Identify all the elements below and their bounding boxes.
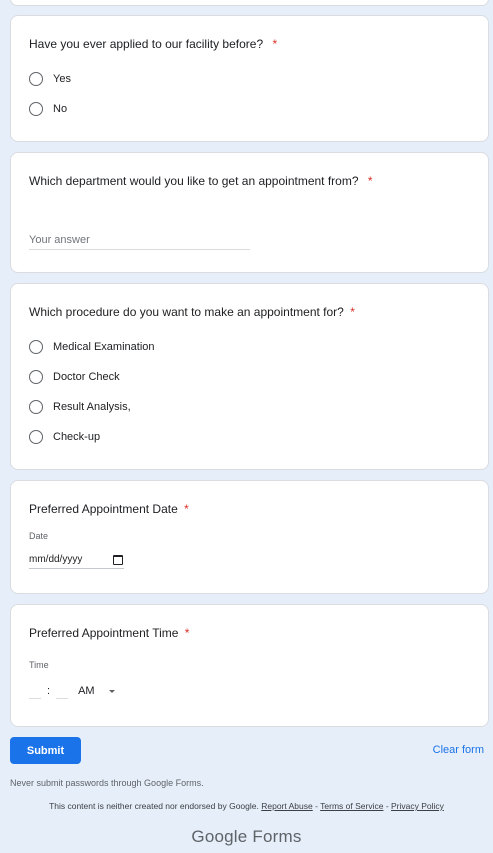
- logo-forms: Forms: [252, 827, 302, 846]
- required-asterisk: *: [184, 626, 190, 640]
- date-input[interactable]: mm/dd/yyyy: [29, 551, 124, 569]
- radio-option-no[interactable]: No: [29, 99, 67, 119]
- question-card-department: Which department would you like to get a…: [10, 152, 489, 273]
- form-page: Have you ever applied to our facility be…: [0, 0, 493, 853]
- question-text: Have you ever applied to our facility be…: [29, 37, 264, 51]
- radio-label: Yes: [53, 73, 71, 85]
- radio-label: Doctor Check: [53, 371, 120, 383]
- radio-option-doctor-check[interactable]: Doctor Check: [29, 367, 120, 387]
- privacy-link[interactable]: Privacy Policy: [391, 801, 444, 811]
- date-placeholder: mm/dd/yyyy: [29, 554, 83, 565]
- radio-label: Check-up: [53, 431, 101, 443]
- radio-label: Medical Examination: [53, 341, 155, 353]
- required-asterisk: *: [272, 37, 278, 51]
- question-text: Preferred Appointment Time: [29, 626, 179, 640]
- google-forms-logo[interactable]: Google Forms: [0, 827, 493, 847]
- radio-option-check-up[interactable]: Check-up: [29, 427, 100, 447]
- separator: -: [383, 801, 392, 811]
- radio-label: No: [53, 103, 68, 115]
- report-abuse-link[interactable]: Report Abuse: [261, 801, 313, 811]
- dropdown-arrow-icon[interactable]: [108, 689, 115, 693]
- minute-input[interactable]: [56, 684, 69, 699]
- radio-circle-icon[interactable]: [29, 102, 43, 116]
- calendar-icon[interactable]: [113, 554, 123, 565]
- password-warning: Never submit passwords through Google Fo…: [10, 778, 204, 788]
- question-card-procedure: Which procedure do you want to make an a…: [10, 283, 489, 470]
- ampm-select[interactable]: AM: [78, 685, 95, 697]
- disclaimer: This content is neither created nor endo…: [0, 801, 493, 811]
- question-title: Which procedure do you want to make an a…: [29, 305, 355, 319]
- required-asterisk: *: [350, 305, 355, 319]
- terms-link[interactable]: Terms of Service: [320, 801, 383, 811]
- submit-button[interactable]: Submit: [10, 737, 81, 764]
- question-text: Which procedure do you want to make an a…: [29, 305, 344, 319]
- date-sublabel: Date: [29, 531, 49, 541]
- radio-circle-icon[interactable]: [29, 400, 43, 414]
- question-title: Have you ever applied to our facility be…: [29, 37, 277, 51]
- required-asterisk: *: [184, 502, 189, 516]
- radio-circle-icon[interactable]: [29, 430, 43, 444]
- logo-google: Google: [191, 827, 248, 846]
- hour-input[interactable]: [29, 684, 41, 699]
- question-card-date: Preferred Appointment Date * Date mm/dd/…: [10, 480, 489, 594]
- radio-circle-icon[interactable]: [29, 72, 43, 86]
- question-title: Preferred Appointment Time *: [29, 626, 189, 640]
- question-title: Which department would you like to get a…: [29, 174, 373, 188]
- clear-form-button[interactable]: Clear form: [433, 744, 484, 756]
- question-text: Which department would you like to get a…: [29, 174, 359, 188]
- time-input: : AM: [29, 682, 115, 700]
- radio-label: Result Analysis,: [53, 401, 131, 413]
- question-text: Preferred Appointment Date: [29, 502, 178, 516]
- previous-question-card: [10, 0, 489, 6]
- radio-circle-icon[interactable]: [29, 370, 43, 384]
- question-card-time: Preferred Appointment Time * Time : AM: [10, 604, 489, 727]
- department-answer-input[interactable]: [29, 231, 250, 250]
- question-title: Preferred Appointment Date *: [29, 502, 189, 516]
- time-separator: :: [47, 685, 51, 697]
- required-asterisk: *: [367, 174, 373, 188]
- radio-option-yes[interactable]: Yes: [29, 69, 71, 89]
- time-sublabel: Time: [29, 660, 49, 670]
- radio-option-result-analysis[interactable]: Result Analysis,: [29, 397, 131, 417]
- radio-circle-icon[interactable]: [29, 340, 43, 354]
- radio-option-medical-examination[interactable]: Medical Examination: [29, 337, 155, 357]
- disclaimer-text: This content is neither created nor endo…: [49, 801, 259, 811]
- question-card-applied-before: Have you ever applied to our facility be…: [10, 15, 489, 142]
